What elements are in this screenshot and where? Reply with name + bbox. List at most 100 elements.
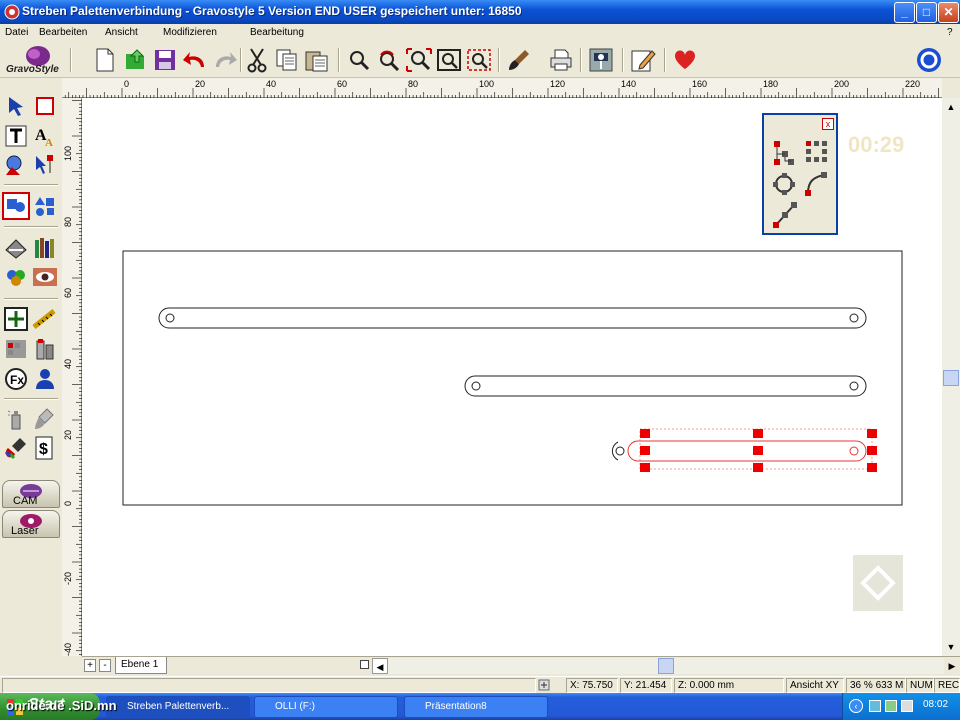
node-grid-icon[interactable] bbox=[804, 139, 828, 165]
engraving-machine-icon[interactable] bbox=[588, 46, 614, 74]
ruler-left-label: 100 bbox=[63, 146, 73, 161]
align-icon[interactable] bbox=[31, 192, 59, 220]
selection-handles[interactable] bbox=[640, 429, 877, 472]
tray-expand-icon[interactable]: ‹ bbox=[849, 699, 863, 713]
node-palette[interactable]: x bbox=[762, 113, 838, 235]
menu-help[interactable]: ? bbox=[947, 27, 953, 38]
zoom-icon[interactable] bbox=[346, 46, 372, 74]
undo-icon[interactable] bbox=[182, 46, 208, 74]
colors-icon[interactable] bbox=[2, 263, 30, 291]
strut-medium[interactable] bbox=[464, 375, 867, 397]
node-circle-icon[interactable] bbox=[772, 171, 796, 197]
text-icon[interactable] bbox=[2, 122, 30, 150]
task-gravostyle[interactable]: Streben Palettenverb... bbox=[106, 696, 250, 718]
remove-layer-button[interactable]: - bbox=[99, 659, 111, 672]
task-praesentation[interactable]: Präsentation8 bbox=[404, 696, 548, 718]
layer-bar: + - Ebene 1 ◀ ▶ bbox=[82, 656, 960, 674]
ruler-top-label: 80 bbox=[408, 79, 418, 89]
node-curve-icon[interactable] bbox=[804, 171, 828, 197]
layer-split-icon[interactable] bbox=[360, 660, 369, 669]
minimize-button[interactable]: _ bbox=[894, 2, 915, 23]
group-icon[interactable] bbox=[2, 192, 30, 220]
edit-pencil-icon[interactable] bbox=[630, 46, 656, 74]
scroll-left-icon[interactable]: ◀ bbox=[372, 658, 388, 674]
print-icon[interactable] bbox=[548, 46, 574, 74]
fill-icon[interactable] bbox=[2, 335, 30, 363]
zoom-refresh-icon[interactable] bbox=[376, 46, 402, 74]
scroll-thumb[interactable] bbox=[943, 370, 959, 386]
laser-label: Laser bbox=[11, 525, 39, 537]
scroll-up-icon[interactable]: ▲ bbox=[943, 99, 959, 115]
fx-icon[interactable]: Fx bbox=[2, 365, 30, 393]
select-arrow-icon[interactable] bbox=[2, 92, 30, 120]
brush-tool-icon[interactable] bbox=[31, 405, 59, 433]
scroll-right-icon[interactable]: ▶ bbox=[944, 658, 960, 674]
brush-icon[interactable] bbox=[506, 46, 532, 74]
move-icon[interactable] bbox=[2, 305, 30, 333]
redo-icon[interactable] bbox=[212, 46, 238, 74]
laser-mode-button[interactable]: Laser bbox=[2, 510, 60, 538]
horizontal-scrollbar[interactable] bbox=[388, 658, 944, 674]
window-title: Streben Palettenverbindung - Gravostyle … bbox=[22, 4, 522, 18]
ruler-top-label: 120 bbox=[550, 79, 565, 89]
library-icon[interactable] bbox=[31, 234, 59, 262]
safe-remove-icon[interactable] bbox=[885, 700, 897, 712]
favorite-heart-icon[interactable] bbox=[672, 46, 698, 74]
node-line-icon[interactable] bbox=[772, 201, 798, 229]
menu-ansicht[interactable]: Ansicht bbox=[105, 27, 138, 38]
open-file-icon[interactable] bbox=[122, 46, 148, 74]
cost-calculator-icon[interactable]: $ bbox=[31, 434, 59, 462]
rectangle-icon[interactable] bbox=[31, 92, 59, 120]
cut-icon[interactable] bbox=[244, 46, 270, 74]
task-olli-drive[interactable]: OLLI (F:) bbox=[254, 696, 398, 718]
zoom-fit-icon[interactable] bbox=[406, 46, 432, 74]
title-bar[interactable]: Streben Palettenverbindung - Gravostyle … bbox=[0, 0, 960, 24]
ruler-left-label: -40 bbox=[63, 643, 73, 656]
spray-icon[interactable] bbox=[2, 405, 30, 433]
measure-icon[interactable] bbox=[31, 305, 59, 333]
recording-timer: 00:29 bbox=[848, 132, 905, 157]
menu-bearbeiten[interactable]: Bearbeiten bbox=[39, 27, 87, 38]
close-button[interactable]: ✕ bbox=[938, 2, 959, 23]
menu-modifizieren[interactable]: Modifizieren bbox=[163, 27, 217, 38]
watermark-logo bbox=[853, 555, 903, 611]
cam-label: CAM bbox=[13, 495, 38, 507]
ruler-left-label: 40 bbox=[63, 359, 73, 369]
maximize-button[interactable]: □ bbox=[916, 2, 937, 23]
app-icon[interactable] bbox=[4, 4, 20, 20]
plate-outline[interactable] bbox=[122, 250, 903, 506]
network-icon[interactable] bbox=[869, 700, 881, 712]
gravograph-logo-icon[interactable] bbox=[916, 46, 942, 74]
vertical-scrollbar[interactable]: ▲ ▼ bbox=[942, 98, 960, 656]
paint-bucket-icon[interactable] bbox=[2, 434, 30, 462]
menu-bearbeitung[interactable]: Bearbeitung bbox=[250, 27, 304, 38]
cam-mode-button[interactable]: CAM bbox=[2, 480, 60, 508]
new-document-icon[interactable] bbox=[92, 46, 118, 74]
layer-tab[interactable]: Ebene 1 bbox=[115, 657, 167, 674]
menu-datei[interactable]: Datei bbox=[5, 27, 28, 38]
zoom-selection-icon[interactable] bbox=[466, 46, 492, 74]
shapes-icon[interactable] bbox=[2, 151, 30, 179]
scanner-icon[interactable] bbox=[2, 234, 30, 262]
ruler-left-label: 60 bbox=[63, 288, 73, 298]
view-eye-icon[interactable] bbox=[31, 263, 59, 291]
node-tree-icon[interactable] bbox=[772, 139, 796, 167]
copy-icon[interactable] bbox=[274, 46, 300, 74]
zoom-window-icon[interactable] bbox=[436, 46, 462, 74]
strut-long[interactable] bbox=[158, 307, 867, 329]
paint-icon[interactable] bbox=[31, 335, 59, 363]
gravostyle-logo: GravoStyle bbox=[4, 44, 62, 76]
volume-icon[interactable] bbox=[901, 700, 913, 712]
node-edit-icon[interactable] bbox=[31, 151, 59, 179]
strut-short-selected[interactable] bbox=[611, 428, 877, 472]
scroll-down-icon[interactable]: ▼ bbox=[943, 639, 959, 655]
view-mode[interactable]: Ansicht XY bbox=[786, 678, 844, 693]
text-attributes-icon[interactable]: AA bbox=[31, 122, 59, 150]
save-icon[interactable] bbox=[152, 46, 178, 74]
snap-icon[interactable] bbox=[538, 679, 550, 691]
paste-icon[interactable] bbox=[304, 46, 330, 74]
palette-close-button[interactable]: x bbox=[822, 118, 834, 130]
user-icon[interactable] bbox=[31, 365, 59, 393]
add-layer-button[interactable]: + bbox=[84, 659, 96, 672]
h-scroll-thumb[interactable] bbox=[658, 658, 674, 674]
